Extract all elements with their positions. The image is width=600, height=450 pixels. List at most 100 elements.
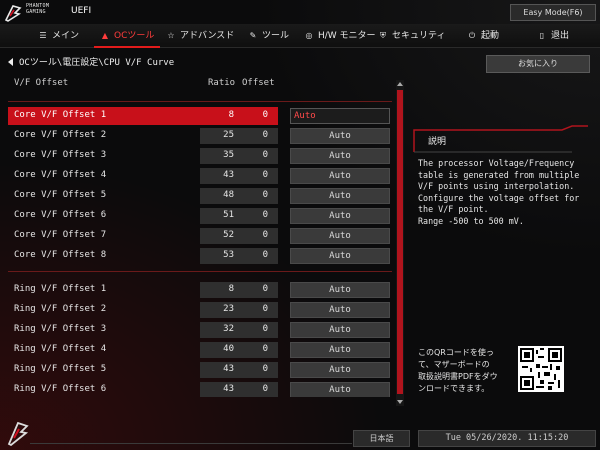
ratio-value: 8 bbox=[228, 284, 234, 294]
footer-divider bbox=[30, 443, 352, 444]
list-item-core-offset-4[interactable]: Core V/F Offset 4 43 0 Auto bbox=[8, 167, 392, 185]
offset-value: 0 bbox=[262, 324, 268, 334]
scroll-down-icon[interactable] bbox=[396, 398, 404, 406]
favorites-button[interactable]: お気に入り bbox=[486, 55, 590, 73]
offset-select[interactable]: Auto bbox=[290, 108, 390, 124]
list-item-ring-offset-6[interactable]: Ring V/F Offset 6 43 0 Auto bbox=[8, 381, 392, 397]
offset-select[interactable]: Auto bbox=[290, 128, 390, 144]
setting-label: Core V/F Offset 5 bbox=[14, 190, 107, 200]
tab-hw-monitor[interactable]: ◎ H/W モニター bbox=[304, 24, 376, 48]
tab-security[interactable]: ⛨ セキュリティ bbox=[378, 24, 445, 48]
offset-value: 0 bbox=[262, 110, 268, 120]
help-panel: 説明 The processor Voltage/Frequency table… bbox=[412, 124, 590, 414]
phantom-gaming-mark-icon bbox=[7, 421, 29, 446]
list-item-core-offset-5[interactable]: Core V/F Offset 5 48 0 Auto bbox=[8, 187, 392, 205]
list-scrollbar[interactable] bbox=[396, 80, 404, 406]
setting-label: Ring V/F Offset 5 bbox=[14, 364, 107, 374]
list-item-core-offset-6[interactable]: Core V/F Offset 6 51 0 Auto bbox=[8, 207, 392, 225]
list-item-core-offset-7[interactable]: Core V/F Offset 7 52 0 Auto bbox=[8, 227, 392, 245]
offset-select[interactable]: Auto bbox=[290, 228, 390, 244]
settings-list: Core V/F Offset 1 8 0 Auto Core V/F Offs… bbox=[8, 97, 392, 397]
offset-select[interactable]: Auto bbox=[290, 382, 390, 397]
setting-label: Core V/F Offset 6 bbox=[14, 210, 107, 220]
tab-tool[interactable]: ✎ ツール bbox=[248, 24, 289, 48]
offset-select[interactable]: Auto bbox=[290, 302, 390, 318]
list-item-core-offset-8[interactable]: Core V/F Offset 8 53 0 Auto bbox=[8, 247, 392, 265]
ratio-value: 25 bbox=[223, 130, 234, 140]
offset-select[interactable]: Auto bbox=[290, 322, 390, 338]
breadcrumb-path: OCツール\電圧設定\CPU V/F Curve bbox=[19, 58, 175, 68]
offset-value: 0 bbox=[262, 170, 268, 180]
column-header-name: V/F Offset bbox=[14, 78, 69, 88]
offset-value: 0 bbox=[262, 130, 268, 140]
tab-oc-tweaker[interactable]: ▲ OCツール bbox=[93, 24, 161, 48]
setting-label: Core V/F Offset 2 bbox=[14, 130, 107, 140]
offset-select[interactable]: Auto bbox=[290, 248, 390, 264]
offset-select[interactable]: Auto bbox=[290, 168, 390, 184]
ratio-value: 23 bbox=[223, 304, 234, 314]
offset-value: 0 bbox=[262, 304, 268, 314]
tab-label: セキュリティ bbox=[392, 31, 446, 41]
setting-label: Core V/F Offset 1 bbox=[14, 110, 107, 120]
qr-description: このQRコードを使っ て、マザーボードの 取扱説明書PDFをダウ ンロードできま… bbox=[418, 348, 498, 393]
offset-select[interactable]: Auto bbox=[290, 148, 390, 164]
list-item-ring-offset-3[interactable]: Ring V/F Offset 3 32 0 Auto bbox=[8, 321, 392, 339]
column-header-ratio: Ratio bbox=[208, 78, 236, 88]
back-arrow-icon[interactable] bbox=[8, 58, 13, 66]
exit-icon: ▯ bbox=[539, 31, 545, 40]
ratio-value: 8 bbox=[228, 110, 234, 120]
power-icon: ⏻ bbox=[468, 31, 476, 40]
ratio-value: 43 bbox=[223, 384, 234, 394]
easy-mode-button[interactable]: Easy Mode(F6) bbox=[510, 4, 596, 21]
list-item-ring-offset-1[interactable]: Ring V/F Offset 1 8 0 Auto bbox=[8, 281, 392, 299]
tab-exit[interactable]: ▯ 退出 bbox=[537, 24, 569, 48]
list-item-core-offset-3[interactable]: Core V/F Offset 3 35 0 Auto bbox=[8, 147, 392, 165]
offset-select[interactable]: Auto bbox=[290, 208, 390, 224]
column-header-offset: Offset bbox=[242, 78, 275, 88]
offset-select[interactable]: Auto bbox=[290, 188, 390, 204]
scroll-thumb[interactable] bbox=[397, 90, 403, 394]
offset-value: 0 bbox=[262, 190, 268, 200]
ratio-value: 48 bbox=[223, 190, 234, 200]
offset-value: 0 bbox=[262, 230, 268, 240]
ratio-value: 43 bbox=[223, 364, 234, 374]
phantom-gaming-logo-icon bbox=[4, 5, 22, 22]
datetime-display: Tue 05/26/2020. 11:15:20 bbox=[418, 430, 596, 447]
tab-main[interactable]: ☰ メイン bbox=[38, 24, 79, 48]
offset-value: 0 bbox=[262, 284, 268, 294]
tab-label: ツール bbox=[262, 31, 290, 41]
monitor-icon: ◎ bbox=[305, 31, 313, 40]
offset-select[interactable]: Auto bbox=[290, 362, 390, 378]
list-item-core-offset-1[interactable]: Core V/F Offset 1 8 0 Auto bbox=[8, 107, 392, 125]
ratio-value: 40 bbox=[223, 344, 234, 354]
ratio-value: 52 bbox=[223, 230, 234, 240]
tab-label: H/W モニター bbox=[318, 31, 376, 41]
list-item-ring-offset-5[interactable]: Ring V/F Offset 5 43 0 Auto bbox=[8, 361, 392, 379]
offset-value: 0 bbox=[262, 150, 268, 160]
list-item-ring-offset-4[interactable]: Ring V/F Offset 4 40 0 Auto bbox=[8, 341, 392, 359]
flame-icon: ▲ bbox=[101, 31, 109, 40]
setting-label: Core V/F Offset 8 bbox=[14, 250, 107, 260]
setting-label: Ring V/F Offset 4 bbox=[14, 344, 107, 354]
top-bar: PHANTOM GAMING UEFI Easy Mode(F6) bbox=[0, 0, 600, 24]
offset-select[interactable]: Auto bbox=[290, 342, 390, 358]
language-button[interactable]: 日本語 bbox=[353, 430, 410, 447]
help-description: The processor Voltage/Frequency table is… bbox=[418, 158, 580, 226]
tool-icon: ✎ bbox=[249, 31, 257, 40]
ratio-value: 51 bbox=[223, 210, 234, 220]
qr-code-icon bbox=[518, 346, 564, 392]
offset-value: 0 bbox=[262, 364, 268, 374]
tab-boot[interactable]: ⏻ 起動 bbox=[467, 24, 499, 48]
breadcrumb[interactable]: OCツール\電圧設定\CPU V/F Curve bbox=[8, 55, 174, 68]
list-item-core-offset-2[interactable]: Core V/F Offset 2 25 0 Auto bbox=[8, 127, 392, 145]
setting-label: Ring V/F Offset 6 bbox=[14, 384, 107, 394]
setting-label: Ring V/F Offset 2 bbox=[14, 304, 107, 314]
offset-select[interactable]: Auto bbox=[290, 282, 390, 298]
setting-label: Core V/F Offset 3 bbox=[14, 150, 107, 160]
section-divider bbox=[8, 271, 392, 272]
scroll-up-icon[interactable] bbox=[396, 80, 404, 88]
main-tabs: ☰ メイン ▲ OCツール ☆ アドバンスド ✎ ツール ◎ H/W モニター ⛨ セキュリ… bbox=[0, 24, 600, 48]
tab-advanced[interactable]: ☆ アドバンスド bbox=[166, 24, 234, 48]
list-item-ring-offset-2[interactable]: Ring V/F Offset 2 23 0 Auto bbox=[8, 301, 392, 319]
shield-icon: ⛨ bbox=[380, 31, 386, 40]
